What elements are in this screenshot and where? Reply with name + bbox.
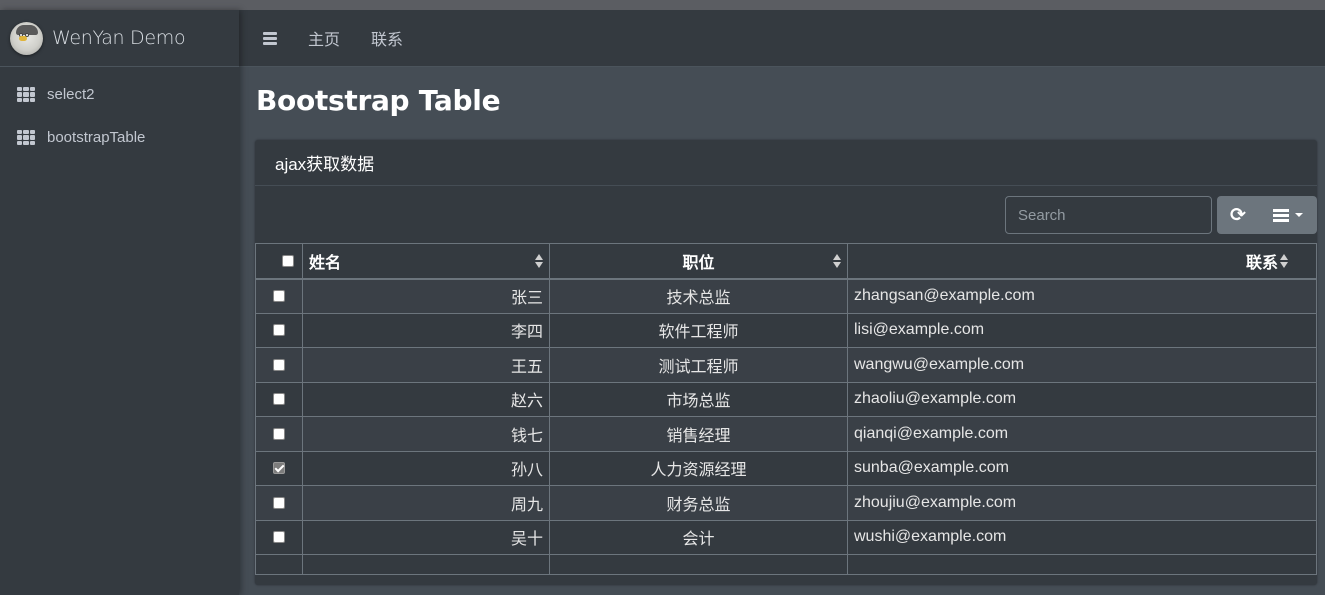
cell-contact: zhaoliu@example.com (847, 381, 1317, 417)
header-position[interactable]: 职位 (549, 243, 848, 280)
toolbar-button-group: ⟳ (1217, 196, 1317, 234)
cell-contact: wangwu@example.com (847, 347, 1317, 383)
cell-name: 王五 (302, 347, 550, 383)
sidebar-item-select2[interactable]: select2 (0, 73, 239, 116)
hamburger-icon[interactable] (263, 31, 277, 45)
card-title: ajax获取数据 (255, 140, 1317, 186)
row-select-cell (255, 381, 303, 417)
cell-position: 人力资源经理 (549, 450, 848, 486)
cell-name: 孙八 (302, 450, 550, 486)
row-checkbox[interactable] (273, 427, 285, 440)
cell-position: 技术总监 (549, 278, 848, 314)
cell-contact: sunba@example.com (847, 450, 1317, 486)
cell-position: 财务总监 (549, 485, 848, 521)
sidebar-nav: select2 bootstrapTable (0, 67, 239, 159)
cell-name: 周九 (302, 485, 550, 521)
sidebar-item-label: bootstrapTable (47, 129, 146, 146)
table-row[interactable]: 张三 技术总监 zhangsan@example.com (255, 278, 1317, 314)
data-card: ajax获取数据 ⟳ 姓名 (255, 140, 1317, 585)
cell-name: 赵六 (302, 381, 550, 417)
cell-name: 张三 (302, 278, 550, 314)
sort-icon[interactable] (535, 253, 543, 268)
list-icon (1273, 208, 1289, 222)
header-select-all (255, 243, 303, 280)
table-row[interactable]: 周九 财务总监 zhoujiu@example.com (255, 485, 1317, 521)
table-row[interactable]: 赵六 市场总监 zhaoliu@example.com (255, 381, 1317, 417)
row-select-cell (255, 519, 303, 555)
sort-icon[interactable] (833, 253, 841, 268)
grid-icon (17, 87, 35, 102)
nav-link-contact[interactable]: 联系 (371, 26, 403, 50)
sidebar: WenYan Demo select2 bootstrapTable (0, 10, 239, 595)
table-filler-row (255, 554, 1317, 575)
cell-contact: zhoujiu@example.com (847, 485, 1317, 521)
brand-link[interactable]: WenYan Demo (0, 10, 239, 67)
cell-contact: zhangsan@example.com (847, 278, 1317, 314)
filler-cell (847, 554, 1317, 575)
window-top-strip (0, 0, 1325, 10)
cell-name: 吴十 (302, 519, 550, 555)
row-select-cell (255, 416, 303, 452)
filler-cell (255, 554, 303, 575)
refresh-button[interactable]: ⟳ (1217, 196, 1259, 234)
row-checkbox[interactable] (273, 496, 285, 509)
header-contact-label: 联系 (1245, 254, 1278, 272)
top-navbar: 主页 联系 (239, 10, 1325, 67)
cell-name: 钱七 (302, 416, 550, 452)
row-select-cell (255, 347, 303, 383)
page-title: Bootstrap Table (256, 84, 501, 117)
cell-position: 测试工程师 (549, 347, 848, 383)
row-checkbox[interactable] (273, 462, 285, 475)
cell-contact: lisi@example.com (847, 312, 1317, 348)
filler-cell (302, 554, 550, 575)
search-input[interactable] (1005, 196, 1212, 234)
table-body: 张三 技术总监 zhangsan@example.com 李四 软件工程师 lisi@ex… (255, 278, 1317, 575)
select-all-checkbox[interactable] (282, 254, 294, 267)
refresh-icon: ⟳ (1230, 204, 1246, 226)
sidebar-item-bootstraptable[interactable]: bootstrapTable (0, 116, 239, 159)
row-checkbox[interactable] (273, 324, 285, 337)
sidebar-item-label: select2 (47, 86, 95, 103)
row-select-cell (255, 278, 303, 314)
avatar-logo-icon (10, 21, 43, 55)
cell-contact: wushi@example.com (847, 519, 1317, 555)
main-content: Bootstrap Table ajax获取数据 ⟳ (239, 67, 1325, 595)
header-position-label: 职位 (682, 254, 715, 272)
grid-icon (17, 130, 35, 145)
row-select-cell (255, 312, 303, 348)
brand-text: WenYan Demo (52, 27, 186, 49)
nav-link-home[interactable]: 主页 (308, 26, 340, 50)
row-checkbox[interactable] (273, 358, 285, 371)
cell-position: 市场总监 (549, 381, 848, 417)
row-checkbox[interactable] (273, 289, 285, 302)
cell-position: 销售经理 (549, 416, 848, 452)
row-checkbox[interactable] (273, 531, 285, 544)
table-row[interactable]: 孙八 人力资源经理 sunba@example.com (255, 450, 1317, 486)
row-select-cell (255, 450, 303, 486)
columns-dropdown-button[interactable] (1259, 196, 1317, 234)
table-row[interactable]: 钱七 销售经理 qianqi@example.com (255, 416, 1317, 452)
table-row[interactable]: 王五 测试工程师 wangwu@example.com (255, 347, 1317, 383)
caret-down-icon (1295, 213, 1303, 217)
table-toolbar: ⟳ (1005, 196, 1317, 234)
table-row[interactable]: 李四 软件工程师 lisi@example.com (255, 312, 1317, 348)
table-header-row: 姓名 职位 联系 (255, 243, 1317, 280)
cell-name: 李四 (302, 312, 550, 348)
cell-position: 软件工程师 (549, 312, 848, 348)
sort-icon[interactable] (1280, 253, 1288, 268)
cell-contact: qianqi@example.com (847, 416, 1317, 452)
header-name[interactable]: 姓名 (302, 243, 550, 280)
row-select-cell (255, 485, 303, 521)
filler-cell (549, 554, 848, 575)
header-contact[interactable]: 联系 (847, 243, 1317, 280)
header-name-label: 姓名 (309, 254, 342, 272)
cell-position: 会计 (549, 519, 848, 555)
data-table: 姓名 职位 联系 张三 技术总监 zhangsan@example.com 李四 软件工… (255, 243, 1317, 575)
table-row[interactable]: 吴十 会计 wushi@example.com (255, 519, 1317, 555)
row-checkbox[interactable] (273, 393, 285, 406)
